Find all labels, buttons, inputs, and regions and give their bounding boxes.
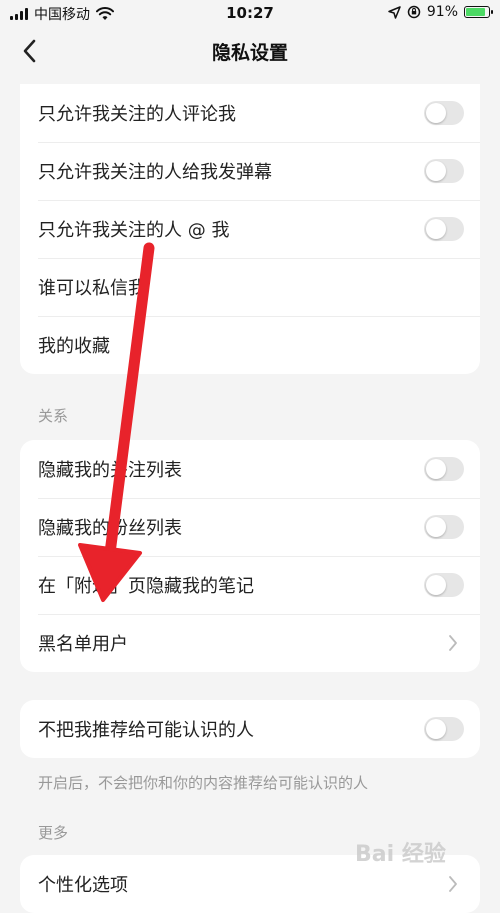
settings-card-interaction: 只允许我关注的人评论我只允许我关注的人给我发弹幕 只允许我关注的人 @ 我谁可以私… [20,84,480,374]
setting-label: 只允许我关注的人给我发弹幕 [38,162,272,183]
toggle-switch[interactable] [424,717,464,741]
toggle-switch[interactable] [424,515,464,539]
toggle-knob [426,161,446,181]
location-icon [388,5,401,19]
setting-label: 隐藏我的关注列表 [38,460,182,481]
toggle-switch[interactable] [424,217,464,241]
toggle-knob [426,219,446,239]
toggle-switch[interactable] [424,573,464,597]
relations-row-1[interactable]: 隐藏我的关注列表 [20,440,480,498]
toggle-switch[interactable] [424,457,464,481]
watermark-text: Bai 经验 [355,842,446,867]
toggle-knob [426,517,446,537]
chevron-right-icon [449,635,457,651]
interaction-row-3[interactable]: 只允许我关注的人 @ 我 [20,200,480,258]
battery-icon [464,6,493,18]
setting-label: 黑名单用户 [38,634,128,655]
orientation-lock-icon [407,5,421,19]
toggle-knob [426,459,446,479]
relations-row-3[interactable]: 在「附近」页隐藏我的笔记 [20,556,480,614]
setting-label: 只允许我关注的人评论我 [38,104,236,125]
toggle-knob [426,719,446,739]
nav-bar: 隐私设置 [0,28,500,74]
toggle-knob [426,575,446,595]
settings-card-recommend: 不把我推荐给可能认识的人 [20,700,480,758]
watermark-logo: Bai 经验 [355,836,446,868]
setting-label: 只允许我关注的人 @ 我 [38,220,230,241]
interaction-row-4[interactable]: 谁可以私信我 [20,258,480,316]
settings-card-relations: 隐藏我的关注列表 隐藏我的粉丝列表在「附近」页隐藏我的笔记 黑名单用户 [20,440,480,672]
page-title: 隐私设置 [211,42,288,64]
relations-row-2[interactable]: 隐藏我的粉丝列表 [20,498,480,556]
recommend-hint: 开启后，不会把你和你的内容推荐给可能认识的人 [38,774,369,792]
setting-label: 隐藏我的粉丝列表 [38,518,182,539]
interaction-row-5[interactable]: 我的收藏 [20,316,480,374]
battery-fill [466,8,486,16]
toggle-switch[interactable] [424,159,464,183]
chevron-right-icon [449,876,457,892]
battery-percent: 91% [426,4,458,20]
relations-row-4[interactable]: 黑名单用户 [20,614,480,672]
toggle-switch[interactable] [424,101,464,125]
status-right: 91% [388,4,493,20]
toggle-knob [426,103,446,123]
status-bar: 中国移动 10:27 91% [0,0,500,28]
setting-label: 个性化选项 [38,875,128,896]
setting-label: 谁可以私信我 [38,278,146,299]
setting-label: 我的收藏 [38,336,110,357]
section-title-more: 更多 [38,824,69,842]
interaction-row-2[interactable]: 只允许我关注的人给我发弹幕 [20,142,480,200]
setting-label: 不把我推荐给可能认识的人 [38,720,254,741]
setting-label: 在「附近」页隐藏我的笔记 [38,576,254,597]
section-title-relations: 关系 [38,407,69,425]
interaction-row-1[interactable]: 只允许我关注的人评论我 [20,84,480,142]
recommend-row-1[interactable]: 不把我推荐给可能认识的人 [20,700,480,758]
